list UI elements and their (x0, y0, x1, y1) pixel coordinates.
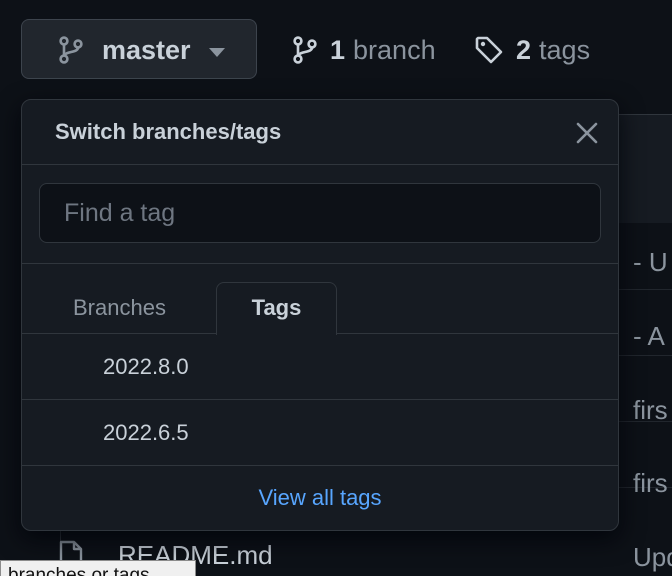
tag-list-item[interactable]: 2022.8.0 (22, 334, 618, 400)
file-table-header (616, 115, 672, 223)
triangle-down-icon (209, 48, 225, 57)
tag-name: 2022.6.5 (103, 420, 189, 445)
commit-message[interactable]: - A (633, 321, 665, 352)
branch-select-button[interactable]: master (21, 19, 257, 79)
tag-count: 2 (516, 34, 532, 65)
tooltip: branches or tags (0, 560, 196, 576)
view-all-tags[interactable]: View all tags (22, 467, 618, 530)
view-all-tags-link[interactable]: View all tags (258, 485, 381, 511)
tab-tags[interactable]: Tags (216, 282, 337, 335)
git-branch-icon (293, 36, 317, 64)
commit-message[interactable]: firs (633, 395, 668, 426)
branch-word: branch (353, 34, 436, 65)
dropdown-title: Switch branches/tags (55, 119, 282, 144)
find-tag-input[interactable] (39, 183, 601, 243)
tag-list-item[interactable]: 2022.6.5 (22, 400, 618, 466)
tag-icon (475, 36, 503, 64)
tag-name: 2022.8.0 (103, 354, 189, 379)
filter-section (22, 165, 618, 264)
branches-link[interactable]: 1 branch (292, 30, 436, 70)
dropdown-tabs: Branches Tags (22, 264, 618, 335)
dropdown-header: Switch branches/tags (22, 100, 618, 165)
tags-link[interactable]: 2 tags (474, 30, 590, 70)
branch-count: 1 (330, 34, 346, 65)
commit-message[interactable]: Upd (633, 542, 672, 573)
git-branch-icon (59, 36, 83, 64)
branch-select-label: master (102, 35, 191, 65)
commit-message[interactable]: firs (633, 468, 668, 499)
tag-word: tags (539, 34, 591, 65)
repo-page: master 1 branch 2 tags - U - A firs firs… (0, 0, 672, 576)
close-icon[interactable] (575, 121, 599, 145)
tab-branches[interactable]: Branches (73, 264, 193, 333)
commit-message[interactable]: - U (633, 247, 668, 278)
branch-tag-dropdown: Switch branches/tags Branches Tags 2022.… (21, 99, 619, 531)
